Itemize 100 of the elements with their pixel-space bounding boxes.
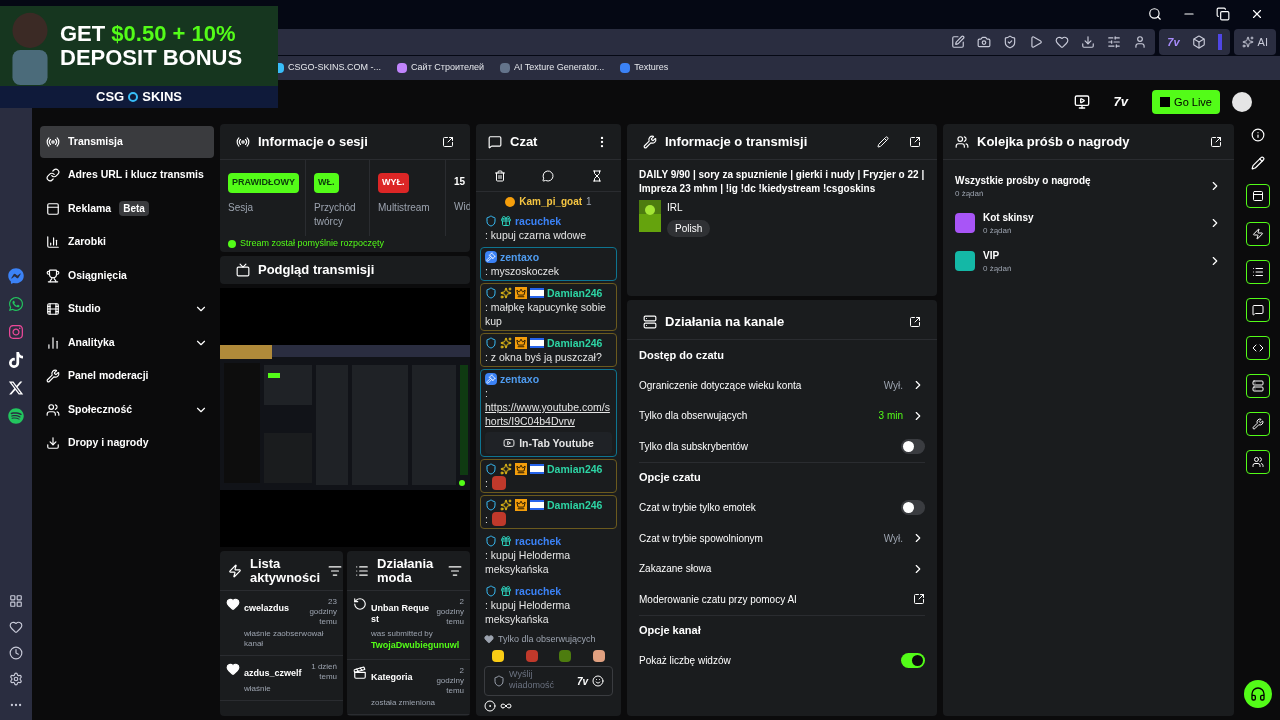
go-live-button[interactable]: Go Live	[1152, 90, 1220, 114]
avatar[interactable]	[1232, 92, 1252, 112]
nav-item[interactable]: Adres URL i klucz transmis	[40, 159, 214, 191]
bookmark[interactable]: Textures	[620, 61, 669, 75]
heart-icon[interactable]	[9, 620, 23, 634]
shield-badge-icon	[485, 215, 497, 227]
filter-icon[interactable]	[328, 563, 343, 578]
nav-item[interactable]: Społeczność	[40, 394, 214, 426]
close-icon[interactable]	[1250, 7, 1264, 21]
nav-item[interactable]: Transmisja	[40, 126, 214, 158]
clapperboard-icon	[353, 665, 367, 680]
cube-icon[interactable]	[1191, 35, 1206, 49]
chat-username[interactable]: Damian246	[547, 336, 603, 350]
sliders-icon[interactable]	[1107, 35, 1122, 49]
chat-username[interactable]: Damian246	[547, 462, 603, 476]
code-icon[interactable]	[1246, 336, 1270, 360]
chat-username[interactable]: Damian246	[547, 498, 603, 512]
reward-row[interactable]: Kot skinsy 0 żądań	[955, 204, 1222, 242]
chat-username[interactable]: racuchek	[515, 534, 562, 548]
chat-username[interactable]: racuchek	[515, 214, 562, 228]
tiktok-icon[interactable]	[8, 352, 24, 368]
chat-username[interactable]: zentaxo	[500, 372, 540, 386]
popout-icon[interactable]	[909, 135, 921, 148]
list-icon[interactable]	[1246, 260, 1270, 284]
nav-item[interactable]: Zarobki	[40, 226, 214, 258]
bookmark[interactable]: Сайт Строителей	[397, 61, 484, 75]
extension-label[interactable]: 7v	[1113, 92, 1129, 112]
nav-item[interactable]: Osiągnięcia	[40, 260, 214, 292]
trash-icon[interactable]	[494, 169, 507, 182]
nav-item[interactable]: Analityka	[40, 327, 214, 359]
monitor-icon[interactable]	[1073, 94, 1090, 110]
setting-label: Tylko dla subskrybentów	[639, 439, 749, 454]
popout-icon[interactable]	[909, 315, 921, 328]
emote-icon[interactable]	[592, 650, 605, 662]
setting-value: 3 min	[878, 409, 903, 424]
shield-icon[interactable]	[1003, 35, 1018, 49]
messenger-icon[interactable]	[8, 268, 24, 284]
server-icon	[643, 314, 657, 329]
activity-time: 23 godziny temu	[308, 597, 337, 627]
message-icon[interactable]	[542, 169, 555, 182]
download-icon[interactable]	[1081, 35, 1096, 49]
emote-icon[interactable]	[492, 650, 504, 662]
wrench-icon[interactable]	[1246, 412, 1270, 436]
extension-label[interactable]: 7v	[576, 673, 588, 689]
bookmark[interactable]: AI Texture Generator...	[499, 61, 605, 75]
message-link[interactable]: https://www.youtube.com/shorts/I9C04b4Dvrw	[485, 400, 612, 428]
settings-icon[interactable]	[9, 672, 23, 686]
external-link-icon[interactable]	[913, 593, 925, 606]
nav-item[interactable]: Panel moderacji	[40, 360, 214, 392]
chat-icon[interactable]	[1246, 298, 1270, 322]
whatsapp-icon[interactable]	[8, 296, 24, 312]
profile-icon[interactable]	[1133, 35, 1148, 49]
shield-badge-icon	[485, 535, 497, 547]
pinned-user[interactable]: Kam_pi_goat	[519, 194, 583, 209]
ai-button[interactable]: AI	[1233, 29, 1276, 55]
spotify-icon[interactable]	[8, 408, 24, 424]
play-icon[interactable]	[1029, 35, 1044, 49]
window-icon[interactable]	[1246, 184, 1270, 208]
instagram-icon[interactable]	[8, 324, 24, 340]
grid-icon[interactable]	[9, 594, 23, 608]
category[interactable]: IRL	[667, 200, 711, 215]
clock-icon[interactable]	[9, 646, 23, 660]
language-tag[interactable]: Polish	[667, 220, 711, 237]
sparkle-icon	[1241, 36, 1254, 48]
stat-label: Sesja	[228, 200, 254, 215]
toggle-switch[interactable]	[901, 438, 925, 454]
chat-input[interactable]: Wyślij wiadomość 7v	[484, 666, 613, 696]
server-icon[interactable]	[1246, 374, 1270, 398]
nav-item[interactable]: Dropy i nagrody	[40, 427, 214, 459]
lightning-icon[interactable]	[1246, 222, 1270, 246]
x-icon[interactable]	[8, 380, 24, 396]
support-icon[interactable]	[1244, 680, 1272, 708]
emoji-icon[interactable]	[592, 675, 604, 687]
chat-username[interactable]: Damian246	[547, 286, 603, 300]
hourglass-icon[interactable]	[590, 169, 603, 182]
stream-title: DAILY 9/90 | sory za spuznienie | gierki i nudy | Fryzjer o 22 | Impreza 23 mhm | !ig !dc !kiedystream !csgoskins	[639, 168, 925, 196]
toggle-switch[interactable]	[901, 500, 925, 516]
popout-icon[interactable]	[1210, 135, 1222, 148]
list-icon	[355, 563, 369, 578]
chat-username[interactable]: zentaxo	[500, 250, 540, 264]
group-icon[interactable]	[1246, 450, 1270, 474]
reward-row[interactable]: Wszystkie prośby o nagrodę 0 żądań	[955, 168, 1222, 204]
popout-icon[interactable]	[442, 135, 454, 148]
chat-username[interactable]: racuchek	[515, 584, 562, 598]
toggle-switch[interactable]	[901, 653, 925, 669]
extension-label[interactable]: 7v	[1167, 33, 1180, 51]
infinity-icon[interactable]	[500, 700, 512, 712]
restore-icon[interactable]	[1216, 7, 1230, 21]
shield-icon[interactable]	[493, 675, 505, 687]
nav-item[interactable]: Studio	[40, 293, 214, 325]
reward-row[interactable]: VIP 0 żądań	[955, 242, 1222, 280]
search-icon[interactable]	[1148, 7, 1162, 21]
heart-icon[interactable]	[1055, 35, 1070, 49]
setting-label: Ograniczenie dotyczące wieku konta	[639, 378, 803, 393]
nav-item[interactable]: Reklama Beta	[40, 193, 214, 225]
camera-icon[interactable]	[977, 35, 992, 49]
in-tab-youtube-button[interactable]: In-Tab Youtube	[485, 432, 612, 454]
edit-icon[interactable]	[951, 35, 966, 49]
filter-icon[interactable]	[448, 563, 462, 578]
info-icon[interactable]	[1251, 128, 1265, 142]
